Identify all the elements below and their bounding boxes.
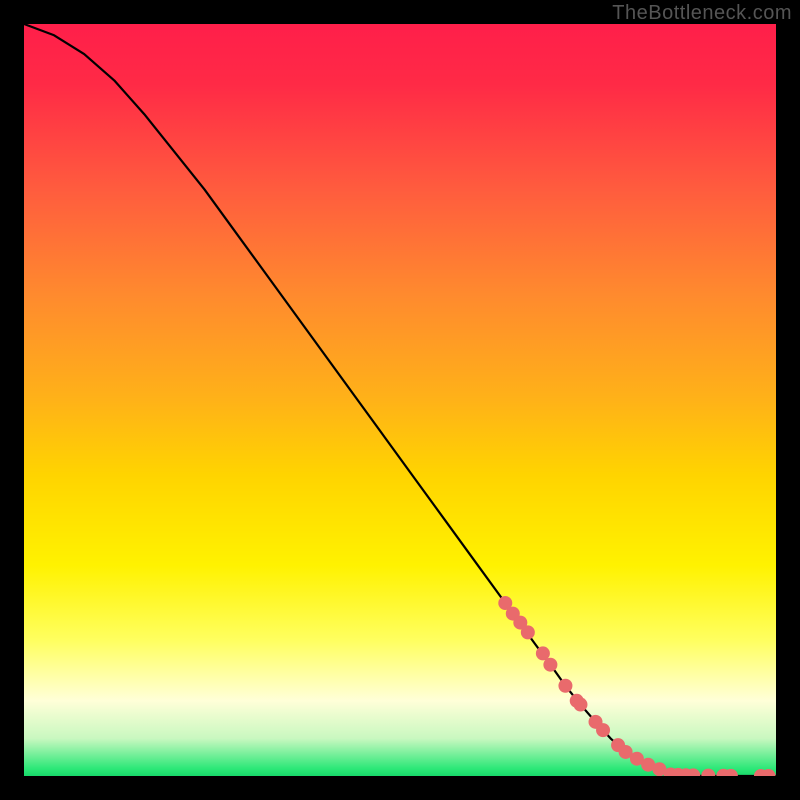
overlay-marker [506,607,520,621]
overlay-marker [536,646,550,660]
overlay-marker [754,769,768,776]
overlay-marker [630,752,644,766]
overlay-marker [596,723,610,737]
overlay-marker [521,625,535,639]
overlay-marker [724,769,738,776]
overlay-marker [701,769,715,776]
overlay-marker [671,768,685,776]
watermark-text: TheBottleneck.com [612,2,792,25]
overlay-marker [619,745,633,759]
overlay-marker [543,658,557,672]
main-curve [24,24,776,776]
overlay-marker [573,698,587,712]
overlay-marker [679,768,693,776]
overlay-marker [570,694,584,708]
overlay-marker [498,596,512,610]
plot-area [24,24,776,776]
overlay-marker [589,715,603,729]
curve-layer [24,24,776,776]
overlay-marker [513,616,527,630]
overlay-marker [716,769,730,776]
overlay-marker [641,758,655,772]
overlay-marker [686,768,700,776]
overlay-marker [558,679,572,693]
overlay-marker [664,768,678,777]
chart-container: TheBottleneck.com [0,0,800,800]
overlay-marker [652,762,666,776]
overlay-marker [761,769,775,776]
overlay-marker [611,738,625,752]
